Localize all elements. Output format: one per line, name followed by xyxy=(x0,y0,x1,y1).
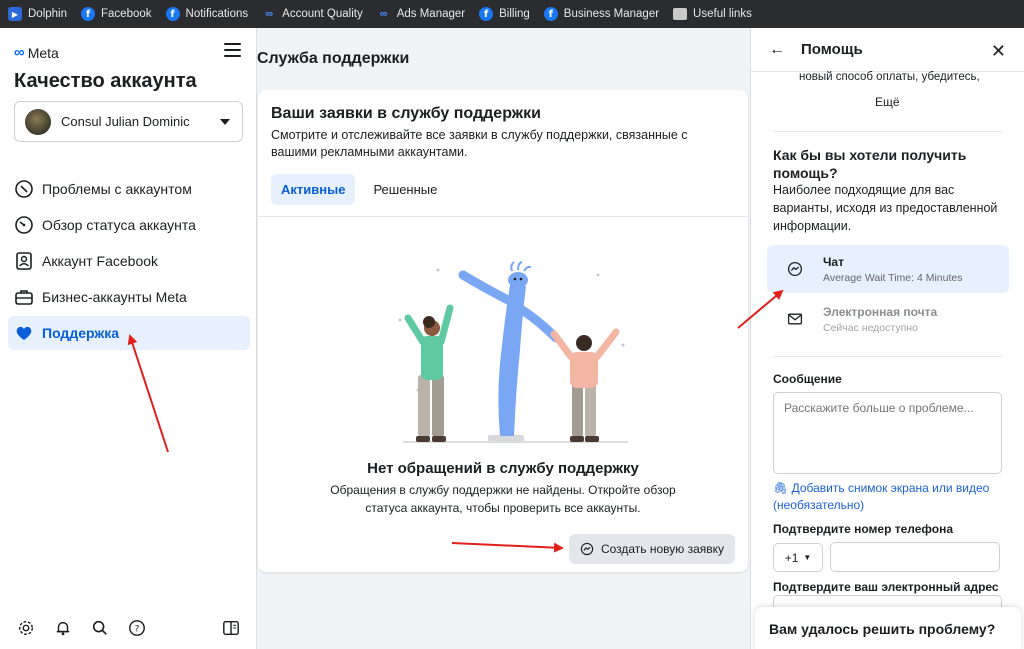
divider xyxy=(773,356,1002,357)
bookmarks-bar: ▶ Dolphin f Facebook f Notifications ∞ A… xyxy=(0,0,1024,28)
help-article-snippet: новый способ оплаты, убедитесь, xyxy=(799,71,980,83)
phone-input[interactable] xyxy=(830,542,1000,572)
card-subtitle: Смотрите и отслеживайте все заявки в слу… xyxy=(271,128,688,159)
chevron-down-icon: ▼ xyxy=(803,553,812,562)
chevron-down-icon xyxy=(220,119,230,125)
profile-card-icon xyxy=(14,251,34,271)
bell-icon[interactable] xyxy=(53,618,73,638)
bookmark-facebook[interactable]: f Facebook xyxy=(81,7,152,21)
help-panel-header: ← Помощь ✕ xyxy=(751,28,1024,72)
create-ticket-button[interactable]: Создать новую заявку xyxy=(569,534,735,564)
sidebar-item-account-status[interactable]: Обзор статуса аккаунта xyxy=(8,208,250,242)
show-more-link[interactable]: Ещё xyxy=(875,95,900,109)
bookmark-billing[interactable]: f Billing xyxy=(479,7,530,21)
bookmark-notifications[interactable]: f Notifications xyxy=(165,7,248,21)
gear-icon[interactable] xyxy=(16,618,36,638)
divider xyxy=(773,131,1002,132)
back-arrow-icon[interactable]: ← xyxy=(769,41,785,59)
bookmark-dolphin[interactable]: ▶ Dolphin xyxy=(8,7,67,21)
email-label: Подтвердите ваш электронный адрес xyxy=(773,580,999,594)
card-title: Ваши заявки в службу поддержки xyxy=(271,105,541,122)
meta-icon: ∞ xyxy=(265,8,274,20)
avatar xyxy=(25,108,51,135)
sidebar-footer: ? xyxy=(16,618,241,638)
help-panel: ← Помощь ✕ новый способ оплаты, убедитес… xyxy=(750,28,1024,649)
ticket-tabs: Активные Решенные xyxy=(271,174,735,205)
add-screenshot-link[interactable]: 🖇 Добавить снимок экрана или видео (необ… xyxy=(773,480,1003,514)
sidebar-nav: Проблемы с аккаунтом Обзор статуса аккау… xyxy=(8,172,250,352)
paperclip-icon: 🖇 xyxy=(773,481,789,495)
sidebar-item-business-accounts[interactable]: Бизнес-аккаунты Meta xyxy=(8,280,250,314)
envelope-icon xyxy=(787,311,803,327)
search-icon[interactable] xyxy=(90,618,110,638)
contact-option-chat[interactable]: Чат Average Wait Time: 4 Minutes xyxy=(767,245,1009,293)
sidebar-item-support[interactable]: Поддержка xyxy=(8,316,250,350)
facebook-icon: f xyxy=(543,7,558,21)
gauge-icon xyxy=(14,215,34,235)
message-label: Сообщение xyxy=(773,372,842,386)
phone-country-code-select[interactable]: +1 ▼ xyxy=(773,543,823,572)
bookmark-business-manager[interactable]: f Business Manager xyxy=(543,7,659,21)
close-icon[interactable]: ✕ xyxy=(991,41,1006,62)
folder-icon xyxy=(673,7,688,21)
meta-logo[interactable]: ∞ Meta xyxy=(14,44,59,61)
tab-resolved[interactable]: Решенные xyxy=(363,174,447,205)
bookmark-ads-manager[interactable]: ∞ Ads Manager xyxy=(377,7,465,21)
empty-state-illustration xyxy=(398,261,628,443)
meta-icon: ∞ xyxy=(379,8,388,20)
panel-toggle-icon[interactable] xyxy=(221,618,241,638)
contact-option-email: Электронная почта Сейчас недоступно xyxy=(767,295,1009,343)
sidebar-item-facebook-account[interactable]: Аккаунт Facebook xyxy=(8,244,250,278)
dolphin-icon: ▶ xyxy=(8,7,22,21)
help-icon[interactable]: ? xyxy=(127,618,147,638)
briefcase-icon xyxy=(14,287,34,307)
heart-icon xyxy=(14,323,34,343)
bookmark-account-quality[interactable]: ∞ Account Quality xyxy=(262,7,362,21)
menu-icon[interactable] xyxy=(224,43,241,57)
sidebar: ∞ Meta Качество аккаунта Consul Julian D… xyxy=(0,28,257,649)
facebook-icon: f xyxy=(81,7,95,21)
help-panel-title: Помощь xyxy=(801,41,863,58)
phone-label: Подтвердите номер телефона xyxy=(773,522,954,536)
resolved-prompt[interactable]: Вам удалось решить проблему? xyxy=(755,607,1021,649)
account-selector[interactable]: Consul Julian Dominic xyxy=(14,101,243,142)
empty-state-title: Нет обращений в службу поддержку xyxy=(367,460,639,477)
bookmark-useful-links[interactable]: Useful links xyxy=(673,7,752,21)
page-title: Качество аккаунта xyxy=(14,70,197,92)
sidebar-item-account-issues[interactable]: Проблемы с аккаунтом xyxy=(8,172,250,206)
message-textarea[interactable] xyxy=(773,392,1002,474)
messenger-icon xyxy=(787,261,803,277)
tab-active[interactable]: Активные xyxy=(271,174,356,205)
meta-infinity-icon: ∞ xyxy=(14,44,25,61)
alert-circle-icon xyxy=(14,179,34,199)
empty-state-subtitle: Обращения в службу поддержки не найдены.… xyxy=(330,483,676,515)
facebook-icon: f xyxy=(479,7,494,21)
support-tickets-card: Ваши заявки в службу поддержки Смотрите … xyxy=(258,90,748,572)
facebook-icon: f xyxy=(165,7,180,21)
account-name: Consul Julian Dominic xyxy=(61,114,190,129)
main-title: Служба поддержки xyxy=(257,50,410,67)
svg-text:?: ? xyxy=(135,625,140,635)
contact-question: Как бы вы хотели получить помощь? xyxy=(773,147,967,181)
messenger-icon xyxy=(580,542,594,556)
card-header: Ваши заявки в службу поддержки Смотрите … xyxy=(258,90,748,217)
contact-question-subtitle: Наиболее подходящие для вас варианты, ис… xyxy=(773,183,998,233)
